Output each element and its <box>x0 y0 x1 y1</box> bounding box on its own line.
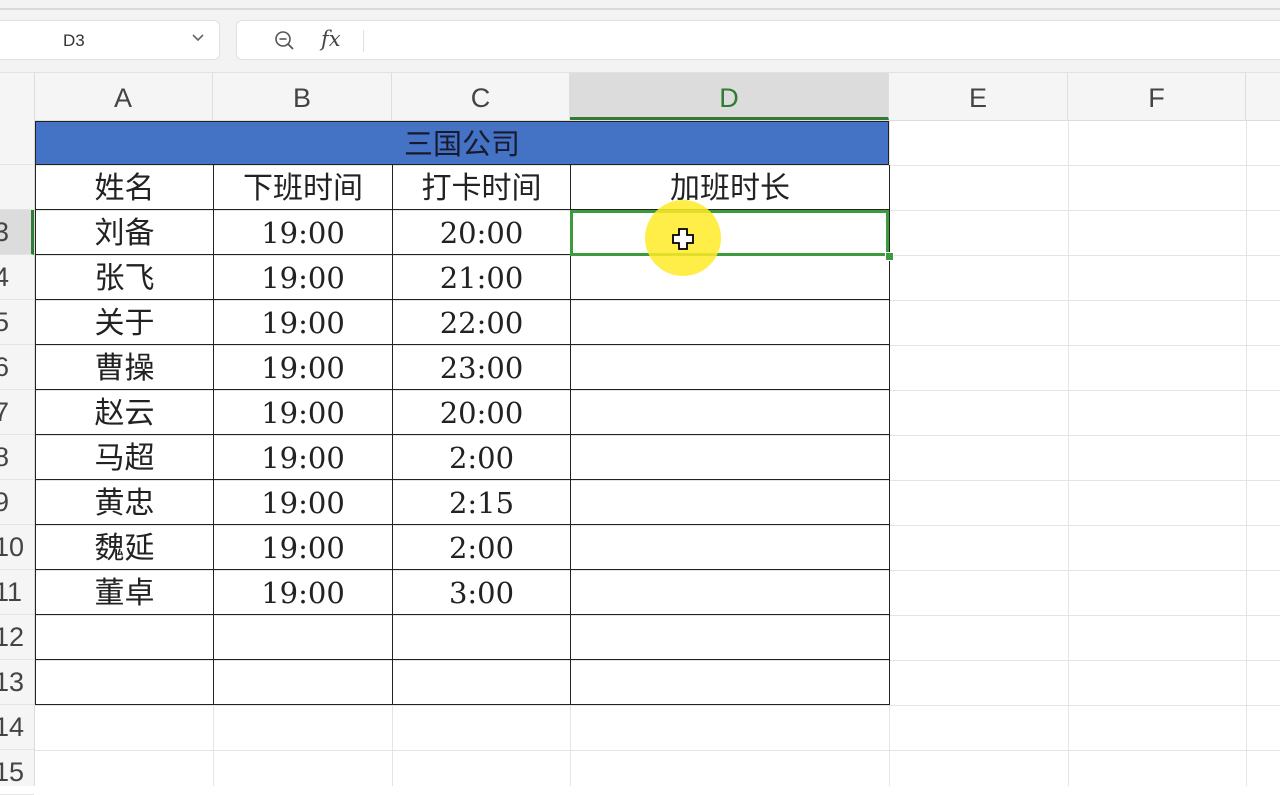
formula-bar: D3 fx <box>0 20 1280 73</box>
row-header[interactable] <box>0 120 34 165</box>
table-cell[interactable]: 马超 <box>35 435 214 480</box>
table-cell[interactable]: 黄忠 <box>35 480 214 525</box>
table-cell[interactable]: 22:00 <box>393 300 571 345</box>
cross-cursor-icon <box>672 228 694 250</box>
row-header-11[interactable]: 11 <box>0 570 34 615</box>
row-header-10[interactable]: 10 <box>0 525 34 570</box>
zoom-icon[interactable] <box>273 29 297 53</box>
fill-handle[interactable] <box>885 252 894 261</box>
header-cell-off-time[interactable]: 下班时间 <box>214 165 393 210</box>
function-icon[interactable]: fx <box>321 27 341 51</box>
table-cell[interactable]: 董卓 <box>35 570 214 615</box>
header-cell-name[interactable]: 姓名 <box>35 165 214 210</box>
row-header-14[interactable]: 14 <box>0 705 34 750</box>
table-cell[interactable]: 19:00 <box>214 390 393 435</box>
table-cell[interactable]: 19:00 <box>214 300 393 345</box>
table-cell[interactable] <box>35 615 214 660</box>
row-header-6[interactable]: 6 <box>0 345 34 390</box>
row-header-13[interactable]: 13 <box>0 660 34 705</box>
table-cell[interactable] <box>393 660 571 705</box>
formula-separator <box>363 30 364 52</box>
table-cell[interactable] <box>571 390 890 435</box>
row-header-12[interactable]: 12 <box>0 615 34 660</box>
column-header-e[interactable]: E <box>889 73 1068 120</box>
header-cell-clock-time[interactable]: 打卡时间 <box>393 165 571 210</box>
table-cell[interactable] <box>571 480 890 525</box>
row-header-15[interactable]: 15 <box>0 750 34 795</box>
column-header-b[interactable]: B <box>213 73 392 120</box>
table-cell[interactable]: 魏延 <box>35 525 214 570</box>
table-cell[interactable]: 23:00 <box>393 345 571 390</box>
table-cell[interactable]: 赵云 <box>35 390 214 435</box>
table-cell[interactable]: 19:00 <box>214 525 393 570</box>
gridline <box>1068 120 1069 786</box>
table-cell[interactable]: 2:00 <box>393 525 571 570</box>
table-cell[interactable]: 2:00 <box>393 435 571 480</box>
header-cell-overtime[interactable]: 加班时长 <box>571 165 890 210</box>
row-header-column: 3 4 5 6 7 8 9 10 11 12 13 14 15 <box>0 73 35 795</box>
formula-input-area[interactable]: fx <box>236 20 1280 60</box>
table-cell[interactable]: 2:15 <box>393 480 571 525</box>
table-cell[interactable]: 21:00 <box>393 255 571 300</box>
chevron-down-icon[interactable] <box>191 31 205 45</box>
row-header[interactable] <box>0 165 34 210</box>
table-cell[interactable] <box>571 435 890 480</box>
table-cell[interactable]: 3:00 <box>393 570 571 615</box>
gridline <box>1246 120 1247 786</box>
column-header-f[interactable]: F <box>1068 73 1246 120</box>
table-cell[interactable]: 19:00 <box>214 480 393 525</box>
table-cell[interactable] <box>571 345 890 390</box>
table-cell[interactable] <box>571 255 890 300</box>
name-box[interactable]: D3 <box>0 20 220 60</box>
active-cell-border <box>570 210 889 256</box>
table-cell[interactable] <box>214 615 393 660</box>
table-cell[interactable] <box>214 660 393 705</box>
window-top-strip <box>0 0 1280 20</box>
row-header-9[interactable]: 9 <box>0 480 34 525</box>
row-header-8[interactable]: 8 <box>0 435 34 480</box>
table-cell[interactable]: 19:00 <box>214 570 393 615</box>
gridline <box>34 705 1280 706</box>
table-cell[interactable]: 19:00 <box>214 255 393 300</box>
column-header-row: A B C D E F <box>0 73 1280 121</box>
column-header-d[interactable]: D <box>570 73 889 120</box>
table-cell[interactable]: 关于 <box>35 300 214 345</box>
row-header-5[interactable]: 5 <box>0 300 34 345</box>
table-cell[interactable]: 20:00 <box>393 390 571 435</box>
table-cell[interactable]: 刘备 <box>35 210 214 255</box>
table-cell[interactable] <box>571 615 890 660</box>
table-cell[interactable] <box>571 660 890 705</box>
table-title-cell[interactable]: 三国公司 <box>35 121 889 165</box>
table-cell[interactable]: 曹操 <box>35 345 214 390</box>
column-header-a[interactable]: A <box>34 73 213 120</box>
table-cell[interactable]: 19:00 <box>214 345 393 390</box>
table-cell[interactable] <box>571 570 890 615</box>
top-divider <box>0 8 1280 10</box>
table-cell[interactable]: 19:00 <box>214 435 393 480</box>
name-box-value: D3 <box>63 31 85 50</box>
table-cell[interactable] <box>571 300 890 345</box>
row-header-4[interactable]: 4 <box>0 255 34 300</box>
table-cell[interactable]: 张飞 <box>35 255 214 300</box>
gridline <box>34 750 1280 751</box>
table-cell[interactable] <box>393 615 571 660</box>
table-cell[interactable]: 20:00 <box>393 210 571 255</box>
row-header-3[interactable]: 3 <box>0 210 34 255</box>
table-cell[interactable] <box>35 660 214 705</box>
column-header-c[interactable]: C <box>392 73 570 120</box>
table-cell[interactable]: 19:00 <box>214 210 393 255</box>
row-header-7[interactable]: 7 <box>0 390 34 435</box>
table-cell[interactable] <box>571 525 890 570</box>
